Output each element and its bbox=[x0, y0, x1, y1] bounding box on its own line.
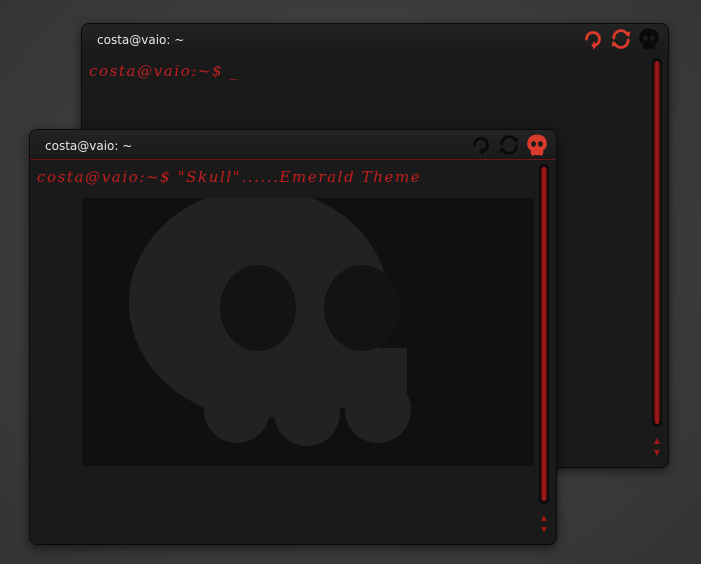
scrollbar[interactable]: ▲ ▼ bbox=[652, 58, 662, 459]
terminal-prompt: costa@vaio:~$ "Skull"......Emerald Theme bbox=[37, 168, 422, 186]
scrollbar[interactable]: ▲ ▼ bbox=[539, 164, 549, 536]
scrollbar-track[interactable] bbox=[539, 164, 549, 504]
scroll-down-arrow-icon[interactable]: ▼ bbox=[539, 525, 549, 535]
window-controls bbox=[468, 132, 550, 158]
titlebar[interactable]: costa@vaio: ~ bbox=[82, 24, 668, 54]
scrollbar-thumb[interactable] bbox=[654, 61, 660, 424]
scroll-down-arrow-icon[interactable]: ▼ bbox=[652, 448, 662, 458]
titlebar[interactable]: costa@vaio: ~ bbox=[30, 130, 556, 160]
skull-background-icon bbox=[82, 198, 534, 466]
scrollbar-thumb[interactable] bbox=[541, 167, 547, 501]
close-skull-icon[interactable] bbox=[524, 132, 550, 158]
scroll-up-arrow-icon[interactable]: ▲ bbox=[539, 513, 549, 523]
maximize-refresh-icon[interactable] bbox=[496, 132, 522, 158]
minimize-refresh-icon[interactable] bbox=[580, 26, 606, 52]
window-title: costa@vaio: ~ bbox=[97, 33, 185, 47]
maximize-refresh-icon[interactable] bbox=[608, 26, 634, 52]
minimize-refresh-icon[interactable] bbox=[468, 132, 494, 158]
window-controls bbox=[580, 26, 662, 52]
terminal-prompt: costa@vaio:~$ _ bbox=[89, 62, 239, 80]
scrollbar-track[interactable] bbox=[652, 58, 662, 427]
scroll-up-arrow-icon[interactable]: ▲ bbox=[652, 436, 662, 446]
close-skull-icon[interactable] bbox=[636, 26, 662, 52]
window-title: costa@vaio: ~ bbox=[45, 139, 133, 153]
